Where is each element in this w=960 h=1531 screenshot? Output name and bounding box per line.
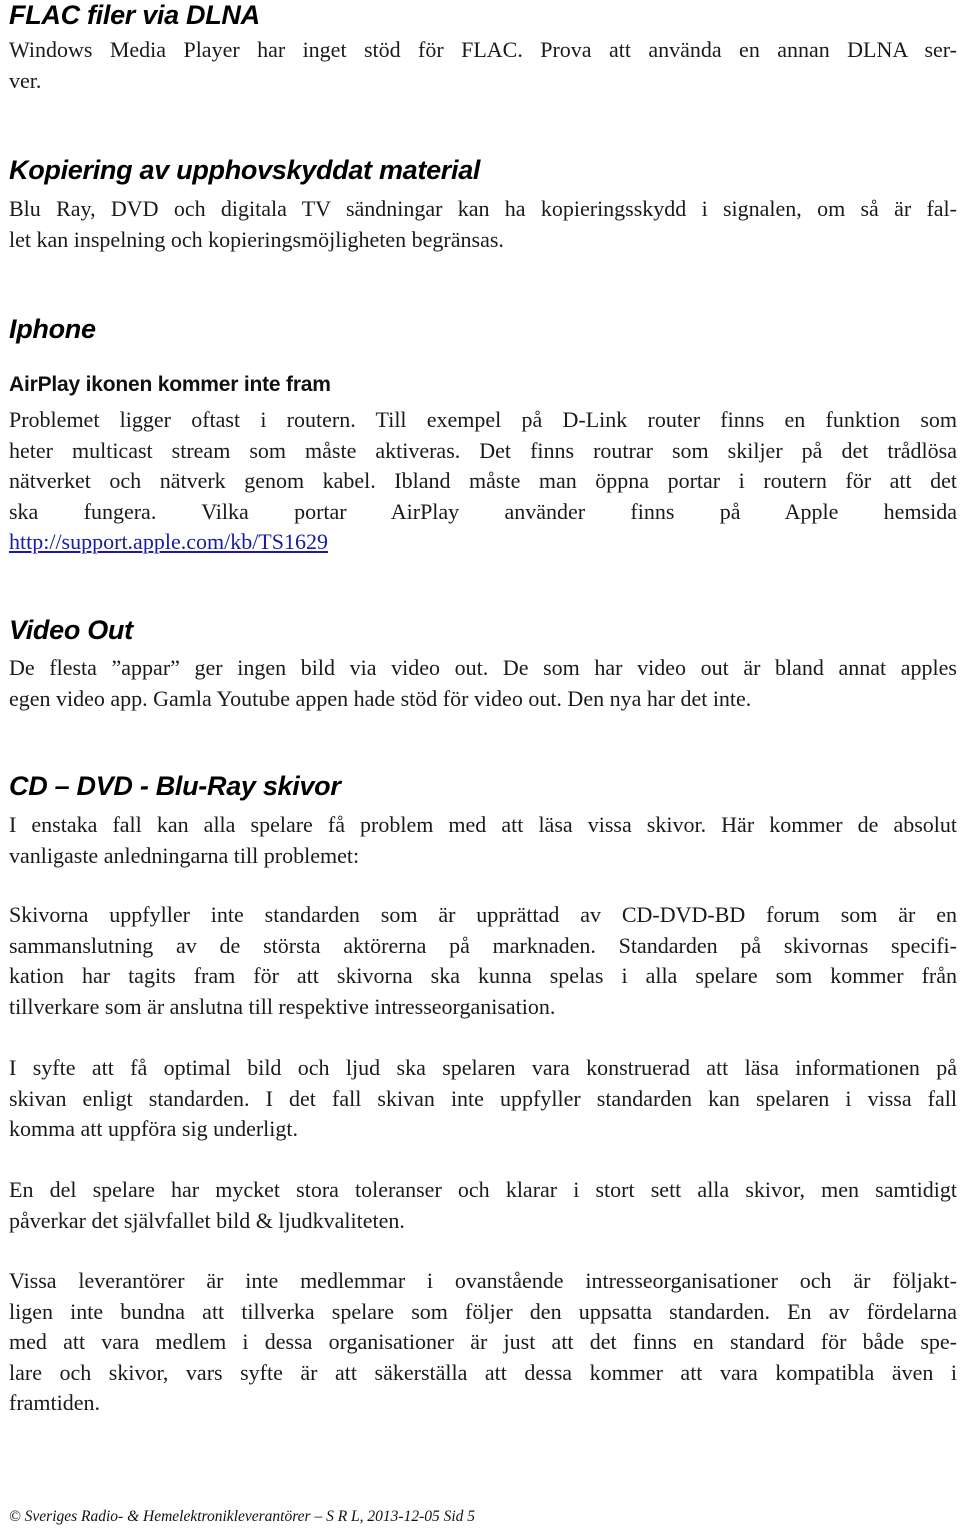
text-line: De flesta ”appar” ger ingen bild via vid… [9, 655, 957, 680]
text-line: framtiden. [9, 1390, 101, 1415]
text-line: heter multicast stream som måste aktiver… [9, 437, 957, 463]
paragraph-discs-standard: Skivorna uppfyller inte standarden som ä… [9, 900, 957, 1022]
paragraph-discs-intro: I enstaka fall kan alla spelare få probl… [9, 810, 957, 871]
text-line: ligen inte bundna att tillverka spelare … [9, 1298, 957, 1324]
page-footer: © Sveriges Radio- & Hemelektronikleveran… [9, 1508, 476, 1525]
text-line: med att vara medlem i dessa organisation… [9, 1329, 957, 1354]
paragraph-discs-purpose: I syfte att få optimal bild och ljud ska… [9, 1053, 957, 1145]
text-line: lare och skivor, vars syfte är att säker… [9, 1359, 957, 1385]
paragraph-copy-protection: Blu Ray, DVD och digitala TV sändningar … [9, 194, 957, 255]
text-line: kation har tagits fram för att skivorna … [9, 963, 957, 988]
text-line: I syfte att få optimal bild och ljud ska… [9, 1055, 957, 1080]
text-line: Vissa leverantörer är inte medlemmar i o… [9, 1268, 957, 1293]
text-line: I enstaka fall kan alla spelare få probl… [9, 812, 957, 837]
paragraph-discs-tolerance: En del spelare har mycket stora tolerans… [9, 1175, 957, 1236]
text-line: komma att uppföra sig underligt. [9, 1116, 298, 1141]
heading-discs: CD – DVD - Blu-Ray skivor [9, 771, 341, 801]
text-line: skivan enligt standarden. I det fall ski… [9, 1085, 957, 1111]
text-line: ver. [9, 67, 42, 93]
text-line: tillverkare som är anslutna till respekt… [9, 993, 556, 1019]
text-line: nätverket och nätverk genom kabel. Iblan… [9, 468, 957, 493]
heading-flac: FLAC filer via DLNA [9, 0, 260, 30]
subheading-airplay: AirPlay ikonen kommer inte fram [9, 373, 331, 396]
text-line: ska fungera. Vilka portar AirPlay använd… [9, 498, 957, 524]
text-line: Skivorna uppfyller inte standarden som ä… [9, 902, 957, 927]
text-line: sammanslutning av de största aktörerna p… [9, 932, 957, 958]
heading-video-out: Video Out [9, 615, 133, 645]
heading-copy-protection: Kopiering av upphovskyddat material [9, 155, 481, 185]
paragraph-flac: Windows Media Player har inget stöd för … [9, 35, 957, 96]
text-line: let kan inspelning och kopieringsmöjligh… [9, 226, 504, 252]
text-line: Problemet ligger oftast i routern. Till … [9, 407, 957, 432]
text-line: egen video app. Gamla Youtube appen hade… [9, 685, 752, 711]
text-line: Blu Ray, DVD och digitala TV sändningar … [9, 196, 957, 221]
text-line: En del spelare har mycket stora tolerans… [9, 1177, 957, 1202]
paragraph-video-out: De flesta ”appar” ger ingen bild via vid… [9, 653, 957, 714]
text-line: påverkar det självfallet bild & ljudkval… [9, 1207, 405, 1233]
apple-support-link[interactable]: http://support.apple.com/kb/TS1629 [9, 529, 328, 554]
paragraph-discs-suppliers: Vissa leverantörer är inte medlemmar i o… [9, 1266, 957, 1419]
text-line: vanligaste anledningarna till problemet: [9, 842, 360, 868]
heading-iphone: Iphone [9, 314, 96, 344]
text-line: Windows Media Player har inget stöd för … [9, 37, 957, 62]
paragraph-airplay: Problemet ligger oftast i routern. Till … [9, 405, 957, 558]
